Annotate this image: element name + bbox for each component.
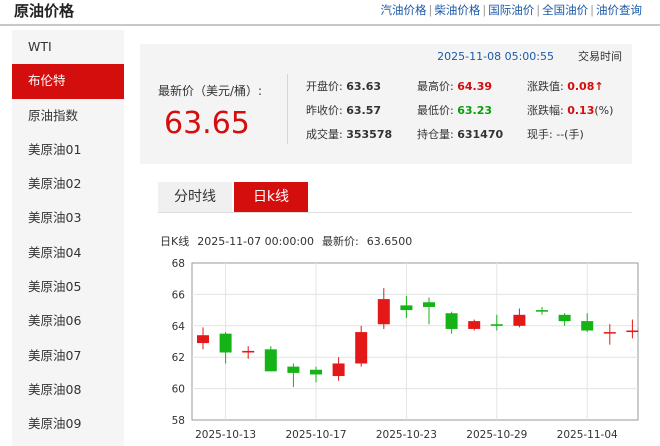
x-tick-label: 2025-10-13 (195, 429, 256, 441)
y-tick-label: 64 (172, 321, 186, 333)
candle-body (264, 349, 277, 372)
candle-body (626, 330, 639, 333)
y-tick-label: 62 (172, 352, 185, 364)
candle-body (242, 350, 255, 353)
candle-body (490, 324, 503, 326)
x-tick-label: 2025-10-29 (466, 429, 527, 441)
x-tick-label: 2025-10-17 (285, 429, 346, 441)
y-tick-label: 68 (172, 258, 185, 270)
x-tick-label: 2025-10-23 (376, 429, 437, 441)
x-tick-label: 2025-11-04 (557, 429, 618, 441)
candle-body (581, 321, 594, 331)
y-tick-label: 60 (172, 384, 185, 396)
chart-plot-area (191, 262, 639, 421)
candle-body (355, 332, 368, 364)
candle-body (603, 332, 616, 334)
candle-body (197, 335, 209, 344)
candlestick-chart[interactable]: 58 60 62 64 66 68 2025-10-13 2025-10-17 2025-10-… (0, 0, 660, 446)
y-tick-label: 58 (172, 415, 185, 427)
candle-body (377, 299, 390, 325)
candle-body (332, 363, 345, 377)
candle-body (423, 302, 435, 307)
candle-body (558, 314, 571, 322)
candle-body (536, 310, 548, 312)
candle-body (513, 314, 526, 326)
candle-body (310, 369, 322, 375)
candle-body (400, 305, 413, 311)
candle-body (468, 321, 481, 329)
candle-body (219, 333, 232, 353)
y-tick-label: 66 (172, 289, 186, 301)
candle-body (287, 366, 300, 373)
candle-body (445, 313, 458, 329)
